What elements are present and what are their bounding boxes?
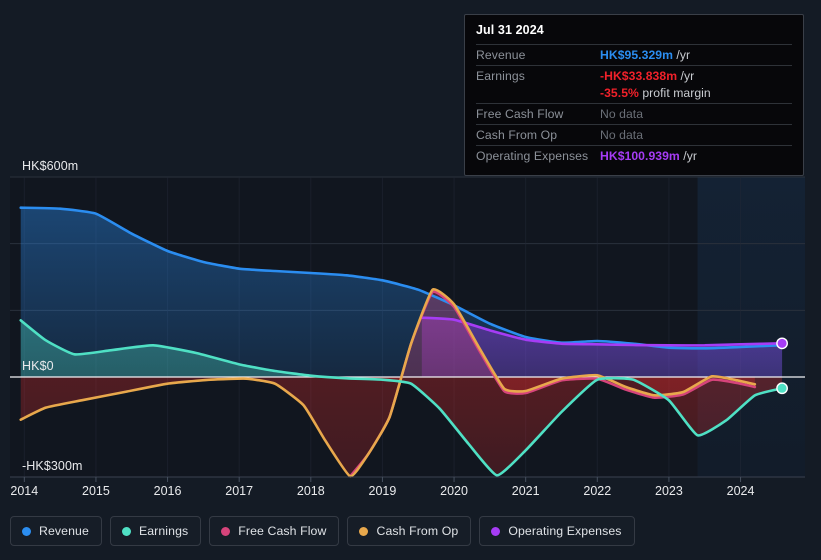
tooltip-value: No data: [600, 128, 643, 142]
tooltip-value-unit: /yr: [679, 149, 697, 163]
tooltip-value-unit: /yr: [677, 69, 695, 83]
chart-tooltip: Jul 31 2024 Revenue HK$95.329m /yr Earning…: [464, 14, 804, 176]
legend-label: Revenue: [39, 524, 89, 538]
tooltip-date: Jul 31 2024: [476, 23, 544, 37]
tooltip-value: HK$100.939m /yr: [600, 149, 697, 163]
legend-item-operating-expenses[interactable]: Operating Expenses: [479, 516, 635, 546]
legend-item-free-cash-flow[interactable]: Free Cash Flow: [209, 516, 340, 546]
tooltip-label: Cash From Op: [476, 128, 558, 142]
tooltip-value-amount: No data: [600, 128, 644, 142]
chart-legend[interactable]: Revenue Earnings Free Cash Flow Cash From O…: [10, 516, 635, 546]
tooltip-row-operating-expenses: Operating Expenses HK$100.939m /yr: [476, 145, 792, 166]
forecast-region: [697, 177, 805, 477]
legend-swatch-icon: [121, 526, 131, 536]
legend-label: Operating Expenses: [508, 524, 622, 538]
x-axis-label-2015: 2015: [82, 484, 110, 498]
x-axis-label-2017: 2017: [225, 484, 254, 498]
y-axis-label-600m: HK$600m: [22, 159, 79, 173]
x-axis-label-2014: 2014: [10, 484, 39, 498]
tooltip-row-earnings: Earnings -HK$33.838m /yr: [476, 65, 792, 86]
legend-item-earnings[interactable]: Earnings: [109, 516, 202, 546]
tooltip-rows: Revenue HK$95.329m /yr Earnings -HK$33.838m…: [476, 44, 792, 166]
x-axis-label-2020: 2020: [440, 484, 468, 498]
tooltip-value-amount: HK$95.329m: [600, 48, 673, 62]
endpoint-marker-earnings: [776, 382, 788, 395]
tooltip-value: No data: [600, 107, 643, 121]
x-axis-ticks: [23, 477, 742, 482]
x-axis-label-2016: 2016: [153, 484, 182, 498]
tooltip-value-unit: profit margin: [638, 86, 711, 100]
x-axis-label-2021: 2021: [511, 484, 540, 498]
endpoint-marker-operating-expenses: [776, 337, 788, 350]
legend-label: Cash From Op: [376, 524, 459, 538]
chart-page: HK$600m HK$0 -HK$300m 2014 2015 2016 2017 20…: [0, 0, 821, 560]
legend-label: Free Cash Flow: [238, 524, 327, 538]
tooltip-value-amount: HK$100.939m: [600, 149, 680, 163]
legend-swatch-icon: [221, 526, 231, 536]
legend-swatch-icon: [359, 526, 369, 536]
tooltip-row-revenue: Revenue HK$95.329m /yr: [476, 44, 792, 65]
tooltip-row-cash-from-op: Cash From Op No data: [476, 124, 792, 145]
tooltip-value: HK$95.329m /yr: [600, 48, 690, 62]
y-axis-label-neg300m: -HK$300m: [22, 459, 83, 473]
x-axis-label-2019: 2019: [368, 484, 397, 498]
tooltip-value: -HK$33.838m /yr: [600, 69, 694, 83]
x-axis-label-2024: 2024: [726, 484, 755, 498]
tooltip-value-unit: /yr: [673, 48, 691, 62]
legend-label: Earnings: [138, 524, 189, 538]
y-axis-label-zero: HK$0: [22, 359, 54, 373]
tooltip-row-free-cash-flow: Free Cash Flow No data: [476, 103, 792, 124]
legend-item-revenue[interactable]: Revenue: [10, 516, 102, 546]
x-axis-label-2018: 2018: [296, 484, 325, 498]
legend-swatch-icon: [491, 526, 501, 536]
tooltip-row-profit-margin: -35.5% profit margin: [476, 86, 792, 103]
legend-item-cash-from-op[interactable]: Cash From Op: [347, 516, 472, 546]
tooltip-label: Revenue: [476, 48, 526, 62]
tooltip-value: -35.5% profit margin: [600, 86, 711, 100]
legend-swatch-icon: [22, 526, 31, 536]
tooltip-label: Operating Expenses: [476, 149, 589, 163]
tooltip-label: Earnings: [476, 69, 525, 83]
x-axis-label-2022: 2022: [583, 484, 612, 498]
tooltip-value-amount: No data: [600, 107, 644, 121]
x-axis-label-2023: 2023: [655, 484, 683, 498]
tooltip-value-amount: -HK$33.838m: [600, 69, 678, 83]
tooltip-value-amount: -35.5%: [600, 86, 639, 100]
tooltip-label: Free Cash Flow: [476, 107, 564, 121]
